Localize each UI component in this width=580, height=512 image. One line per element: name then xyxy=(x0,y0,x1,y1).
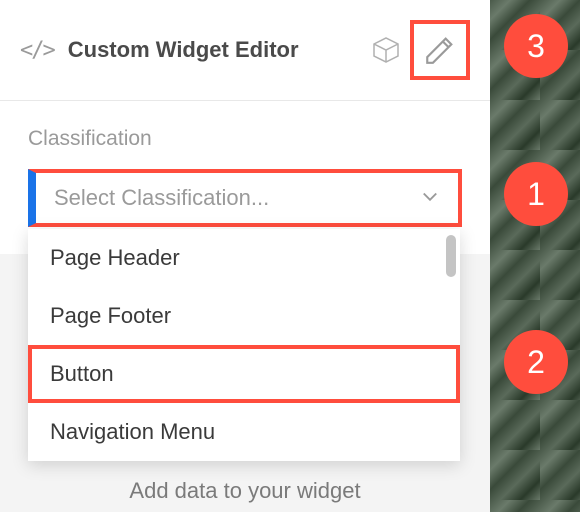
classification-label: Classification xyxy=(28,127,462,151)
dropdown-option-navigation-menu[interactable]: Navigation Menu xyxy=(28,403,460,461)
dropdown-option-button[interactable]: Button xyxy=(28,345,460,403)
classification-select[interactable]: Select Classification... xyxy=(28,169,462,227)
chevron-down-icon xyxy=(420,186,440,211)
select-placeholder: Select Classification... xyxy=(54,185,269,211)
panel-header: </> Custom Widget Editor xyxy=(0,0,490,101)
edit-button[interactable] xyxy=(410,20,470,80)
classification-select-wrap: Select Classification... Page Header Pag… xyxy=(28,169,462,227)
callout-badge-2: 2 xyxy=(504,330,568,394)
code-icon: </> xyxy=(20,38,54,63)
dropdown-scrollbar[interactable] xyxy=(446,235,456,277)
classification-dropdown: Page Header Page Footer Button Navigatio… xyxy=(28,229,460,461)
package-icon[interactable] xyxy=(370,36,402,64)
callout-badge-1: 1 xyxy=(504,162,568,226)
dropdown-option-page-footer[interactable]: Page Footer xyxy=(28,287,460,345)
add-data-prompt: Add data to your widget xyxy=(0,478,490,504)
panel-title: Custom Widget Editor xyxy=(68,37,370,63)
editor-panel: </> Custom Widget Editor Classification … xyxy=(0,0,490,512)
dropdown-option-page-header[interactable]: Page Header xyxy=(28,229,460,287)
callout-badge-3: 3 xyxy=(504,14,568,78)
content-area: Classification Select Classification... … xyxy=(0,101,490,227)
